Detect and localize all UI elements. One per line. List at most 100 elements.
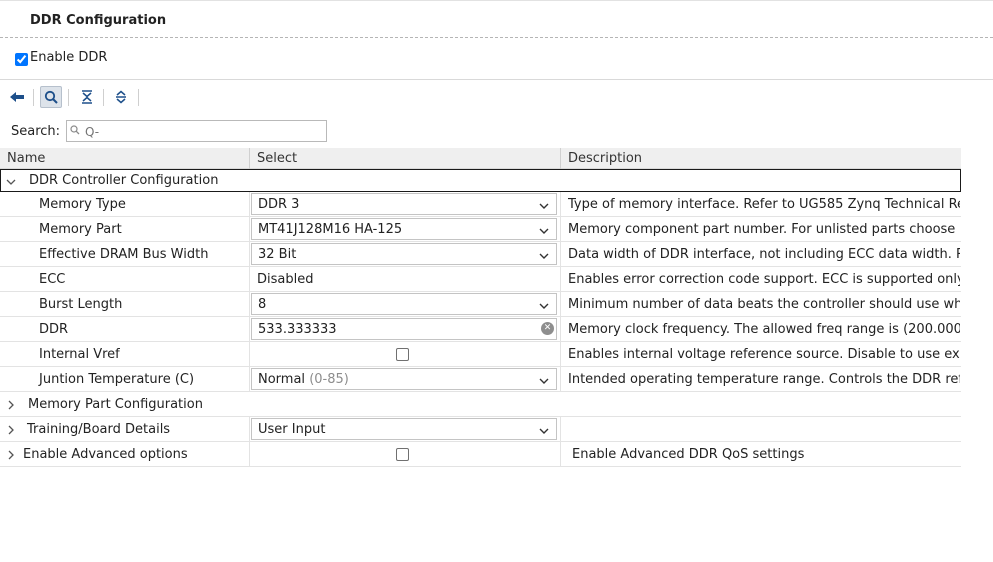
group-label: Enable Advanced options [23, 447, 188, 462]
advanced-options-checkbox[interactable] [396, 448, 409, 461]
ecc-value: Disabled [257, 272, 314, 287]
row-name: Memory Part [39, 222, 122, 237]
group-ddr-controller-configuration[interactable]: DDR Controller Configuration [0, 169, 961, 192]
select-value-text: Normal [258, 372, 306, 387]
cell-divider [560, 442, 561, 467]
back-button[interactable] [6, 86, 28, 108]
select-value: 8 [258, 297, 267, 312]
junction-temperature-select[interactable]: Normal (0-85) [251, 368, 557, 390]
burst-length-select[interactable]: 8 [251, 293, 557, 315]
search-icon [44, 90, 58, 104]
toolbar-separator [138, 89, 139, 106]
enable-ddr-checkbox[interactable] [15, 53, 28, 66]
cell-divider [249, 367, 250, 392]
cell-divider [560, 417, 561, 442]
row-name: DDR [39, 322, 69, 337]
chevron-down-icon [539, 424, 549, 439]
toolbar [0, 84, 300, 112]
column-divider[interactable] [249, 148, 250, 169]
column-header-name[interactable]: Name [7, 151, 45, 166]
training-board-select[interactable]: User Input [251, 418, 557, 440]
toolbar-separator [68, 89, 69, 106]
group-label: Memory Part Configuration [28, 397, 203, 412]
chevron-right-icon[interactable] [7, 424, 15, 439]
cell-divider [560, 192, 561, 217]
chevron-down-icon [539, 199, 549, 214]
group-enable-advanced-options[interactable]: Enable Advanced options Enable Advanced … [0, 442, 961, 467]
row-name: Burst Length [39, 297, 123, 312]
search-toggle-button[interactable] [40, 86, 62, 108]
table-row: Burst Length 8 Minimum number of data be… [0, 292, 961, 317]
cell-divider [249, 217, 250, 242]
search-input[interactable] [83, 123, 322, 141]
header-bar: DDR Configuration [0, 0, 993, 38]
row-description: Enable Advanced DDR QoS settings [572, 447, 805, 462]
group-training-board-details[interactable]: Training/Board Details User Input [0, 417, 961, 442]
collapse-all-button[interactable] [76, 86, 98, 108]
memory-type-select[interactable]: DDR 3 [251, 193, 557, 215]
cell-divider [560, 367, 561, 392]
search-label: Search: [11, 124, 61, 139]
chevron-down-icon[interactable] [6, 175, 16, 190]
chevron-down-icon [539, 249, 549, 264]
select-value: 32 Bit [258, 247, 297, 262]
ddr-frequency-input[interactable]: 533.333333 ✕ [251, 318, 557, 340]
search-field-icon [70, 125, 80, 138]
cell-divider [249, 417, 250, 442]
table-header: Name Select Description [0, 148, 961, 169]
page-title: DDR Configuration [30, 13, 167, 28]
row-description: Memory component part number. For unlist… [568, 222, 960, 237]
back-arrow-icon [10, 92, 24, 102]
memory-part-select[interactable]: MT41J128M16 HA-125 [251, 218, 557, 240]
expand-all-icon [116, 90, 126, 104]
row-description: Type of memory interface. Refer to UG585… [568, 197, 960, 212]
toolbar-separator [103, 89, 104, 106]
cell-divider [249, 267, 250, 292]
chevron-down-icon [539, 299, 549, 314]
search-box[interactable] [66, 120, 327, 142]
table-row: Memory Part MT41J128M16 HA-125 Memory co… [0, 217, 961, 242]
select-value: User Input [258, 422, 326, 437]
row-name: ECC [39, 272, 66, 287]
chevron-right-icon[interactable] [7, 449, 15, 464]
row-name: Effective DRAM Bus Width [39, 247, 209, 262]
column-header-select[interactable]: Select [257, 151, 297, 166]
table-row: DDR 533.333333 ✕ Memory clock frequency.… [0, 317, 961, 342]
config-table: Name Select Description DDR Controller C… [0, 148, 961, 467]
input-value: 533.333333 [258, 322, 337, 337]
chevron-right-icon[interactable] [7, 399, 15, 414]
group-memory-part-configuration[interactable]: Memory Part Configuration [0, 392, 961, 417]
cell-divider [560, 317, 561, 342]
row-description: Memory clock frequency. The allowed freq… [568, 322, 960, 337]
enable-ddr-row: Enable DDR [0, 40, 993, 80]
cell-divider [249, 292, 250, 317]
search-row: Search: [0, 120, 400, 144]
row-description: Data width of DDR interface, not includi… [568, 247, 960, 262]
table-row: Memory Type DDR 3 Type of memory interfa… [0, 192, 961, 217]
row-name: Memory Type [39, 197, 126, 212]
column-divider[interactable] [560, 148, 561, 169]
bus-width-select[interactable]: 32 Bit [251, 243, 557, 265]
group-label: DDR Controller Configuration [29, 173, 219, 188]
select-value: Normal (0-85) [258, 372, 349, 387]
select-value-hint: (0-85) [309, 372, 349, 387]
row-name: Internal Vref [39, 347, 120, 362]
cell-divider [560, 342, 561, 367]
group-label: Training/Board Details [27, 422, 171, 437]
expand-all-button[interactable] [110, 86, 132, 108]
cell-divider [560, 267, 561, 292]
row-description: Enables internal voltage reference sourc… [568, 347, 960, 362]
cell-divider [560, 292, 561, 317]
select-value: DDR 3 [258, 197, 300, 212]
row-name: Juntion Temperature (C) [39, 372, 195, 387]
table-row: Internal Vref Enables internal voltage r… [0, 342, 961, 367]
table-row: Juntion Temperature (C) Normal (0-85) In… [0, 367, 961, 392]
cell-divider [249, 317, 250, 342]
column-header-description[interactable]: Description [568, 151, 642, 166]
row-description: Intended operating temperature range. Co… [568, 372, 960, 387]
internal-vref-checkbox[interactable] [396, 348, 409, 361]
chevron-down-icon [539, 374, 549, 389]
cell-divider [249, 342, 250, 367]
enable-ddr-label: Enable DDR [30, 50, 108, 65]
clear-icon[interactable]: ✕ [541, 322, 554, 335]
